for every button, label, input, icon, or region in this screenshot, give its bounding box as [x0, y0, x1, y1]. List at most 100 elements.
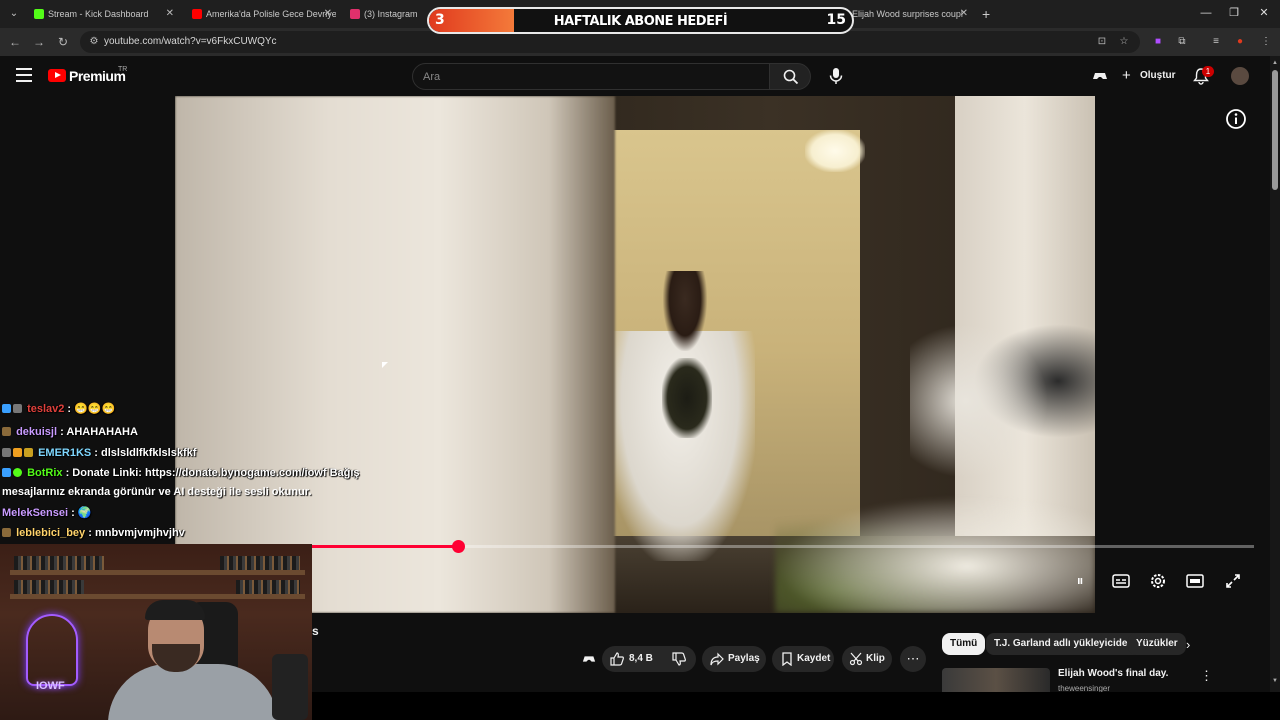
chevron-right-icon[interactable]: › [1186, 637, 1190, 652]
reload-icon[interactable]: ↻ [54, 33, 72, 51]
chat-badge-icon [2, 448, 11, 457]
info-icon[interactable] [1225, 108, 1247, 130]
settings-gear-icon[interactable] [1148, 572, 1168, 590]
tab-amerika-video[interactable]: Amerika'da Polisle Gece Devriye ✕ [186, 2, 336, 26]
clip-button[interactable]: Klip [842, 646, 892, 672]
back-icon[interactable]: ← [6, 33, 24, 51]
install-app-icon[interactable]: ⊡ [1094, 34, 1110, 50]
subscriber-goal-overlay: 3 HAFTALIK ABONE HEDEFİ 15 [427, 7, 854, 34]
youtube-favicon-icon [192, 9, 202, 19]
tab-close-icon[interactable]: ✕ [166, 2, 174, 26]
address-bar[interactable]: ⚙ youtube.com/watch?v=v6FkxCUWQYc ⊡ ☆ [80, 31, 1140, 53]
subtitles-icon[interactable] [1111, 572, 1131, 590]
tab-close-icon[interactable]: ✕ [960, 2, 968, 26]
premium-controller-icon[interactable] [582, 652, 596, 666]
create-button[interactable]: + Oluştur [1118, 65, 1178, 87]
chat-username: teslav2 [27, 403, 65, 415]
search-box [412, 63, 770, 90]
chat-badge-icon [2, 468, 11, 477]
recommended-title[interactable]: Elijah Wood's final day. [1058, 668, 1168, 679]
forward-icon[interactable]: → [30, 33, 48, 51]
save-button[interactable]: Kaydet [772, 646, 834, 672]
video-frame-lamp [805, 130, 865, 172]
chip-uploader[interactable]: T.J. Garland adlı yükleyiciden [986, 633, 1142, 655]
scrollbar-thumb[interactable] [1272, 70, 1278, 190]
chat-username: BotRix [27, 467, 63, 479]
address-url[interactable]: youtube.com/watch?v=v6FkxCUWQYc [104, 36, 277, 47]
clip-label: Klip [866, 653, 885, 664]
goal-target: 15 [826, 12, 846, 28]
instagram-favicon-icon [350, 9, 360, 19]
account-avatar[interactable] [1231, 67, 1249, 85]
tab-instagram[interactable]: (3) Instagram [344, 2, 424, 26]
books [236, 580, 300, 594]
minimize-icon[interactable]: — [1196, 4, 1216, 22]
seek-bar-handle[interactable] [452, 540, 465, 553]
tab-kick-dashboard[interactable]: Stream - Kick Dashboard ✕ [28, 2, 178, 26]
streamer-body [108, 664, 278, 720]
video-frame-wall [175, 96, 615, 613]
chat-message: BotRix : Donate Linki: https://donate.by… [2, 467, 360, 479]
chat-text: Donate Linki: https://donate.bynogame.co… [72, 467, 360, 479]
microphone-icon[interactable] [826, 66, 846, 86]
tab-search-icon[interactable]: ⌄ [6, 6, 22, 22]
new-tab-button[interactable]: + [982, 4, 996, 24]
chat-username: MelekSensei [2, 507, 69, 519]
more-horizontal-icon: ⋯ [906, 651, 920, 666]
scroll-up-icon[interactable]: ▲ [1272, 60, 1278, 66]
window-close-icon[interactable]: ✕ [1254, 4, 1274, 22]
chrome-menu-icon[interactable]: ⋮ [1258, 34, 1274, 50]
chat-text: 🌍 [77, 507, 92, 519]
profile-icon[interactable]: ● [1232, 34, 1248, 50]
streamer-webcam: IOWF [0, 544, 312, 720]
video-player[interactable] [175, 96, 1095, 613]
chat-message: teslav2 : 😁😁😁 [2, 402, 115, 415]
recommended-thumbnail[interactable] [942, 668, 1050, 692]
mouse-cursor [382, 362, 388, 368]
share-arrow-icon [710, 652, 724, 666]
pause-icon[interactable] [1070, 572, 1090, 590]
chat-badge-icon [2, 528, 11, 537]
bookmark-star-icon[interactable]: ☆ [1116, 34, 1132, 50]
premium-controller-icon[interactable] [1092, 68, 1108, 84]
video-frame-bride-head [663, 271, 707, 351]
page-scrollbar[interactable]: ▲ ▼ [1270, 56, 1280, 696]
save-label: Kaydet [797, 653, 831, 664]
scroll-down-icon[interactable]: ▼ [1272, 678, 1278, 684]
tab-close-icon[interactable]: ✕ [324, 2, 332, 26]
search-button[interactable] [769, 63, 811, 90]
share-button[interactable]: Paylaş [702, 646, 766, 672]
tab-label: Amerika'da Polisle Gece Devriye [206, 9, 336, 19]
chip-rings[interactable]: Yüzükler [1128, 633, 1186, 655]
more-actions-button[interactable]: ⋯ [900, 646, 926, 672]
chat-badge-icon [2, 427, 11, 436]
chat-badge-icon [13, 404, 22, 413]
extension-icon[interactable]: ■ [1150, 34, 1166, 50]
chat-message: EMER1KS : dlslsldlfkfklslskfkf [2, 447, 196, 459]
chip-all[interactable]: Tümü [942, 633, 986, 655]
media-controls-icon[interactable]: ≡ [1208, 34, 1224, 50]
chat-badge-icon [24, 448, 33, 457]
country-code: TR [118, 66, 128, 73]
youtube-logo-icon[interactable] [48, 69, 66, 82]
video-title: s [312, 624, 319, 638]
goal-title: HAFTALIK ABONE HEDEFİ [553, 14, 728, 29]
search-input[interactable] [423, 68, 753, 86]
chat-username: EMER1KS [38, 447, 92, 459]
chat-message: dekuisjl : AHAHAHAHA [2, 426, 138, 438]
dislike-thumb-icon[interactable] [672, 652, 686, 666]
theater-mode-icon[interactable] [1185, 572, 1205, 590]
like-thumb-icon[interactable] [610, 652, 624, 666]
chat-text: 😁😁😁 [74, 403, 116, 415]
extensions-puzzle-icon[interactable]: ⧉ [1174, 34, 1190, 50]
site-info-icon[interactable]: ⚙ [86, 34, 102, 50]
books [220, 556, 300, 570]
shelf [10, 594, 305, 599]
restore-icon[interactable]: ❐ [1224, 4, 1244, 22]
like-count[interactable]: 8,4 B [629, 646, 653, 672]
tab-label: Elijah Wood surprises coupl [852, 9, 963, 19]
more-vertical-icon[interactable]: ⋮ [1200, 668, 1213, 684]
menu-icon[interactable] [16, 68, 32, 82]
youtube-brand[interactable]: Premium [69, 68, 126, 84]
fullscreen-icon[interactable] [1223, 572, 1243, 590]
